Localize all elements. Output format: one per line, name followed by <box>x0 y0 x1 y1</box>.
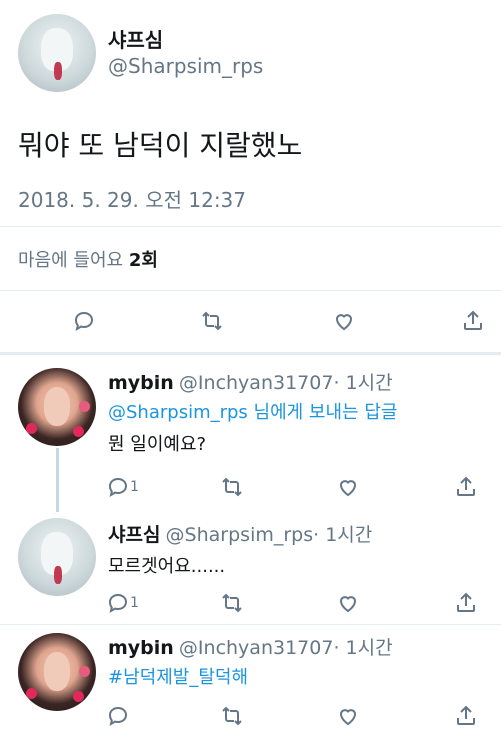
avatar-face <box>43 386 71 426</box>
like-icon <box>335 314 353 331</box>
reply-button[interactable] <box>105 474 131 500</box>
reply-time: · 1시간 <box>333 372 393 394</box>
reply-context-text: 님에게 보내는 답글 <box>247 402 398 423</box>
like-button[interactable] <box>335 590 361 616</box>
reply-icon <box>74 311 94 332</box>
reply-button[interactable] <box>105 703 131 729</box>
reply-icon <box>108 477 128 498</box>
heart-decoration <box>78 400 90 412</box>
like-button[interactable] <box>335 703 361 729</box>
main-tweet: 샤프심 @Sharpsim_rps 뭐야 또 남덕이 지랄했노 2018. 5.… <box>0 0 501 352</box>
tweet-text: 뭐야 또 남덕이 지랄했노 <box>18 129 303 162</box>
retweet-button[interactable] <box>219 474 245 500</box>
reply-time: · 1시간 <box>313 524 373 546</box>
retweet-button[interactable] <box>219 590 245 616</box>
reply-tweet[interactable]: mybin @Inchyan31707· 1시간 #남덕제발_탈덕해 <box>0 625 501 740</box>
reply-tweet[interactable]: mybin @Inchyan31707· 1시간 @Sharpsim_rps 님… <box>0 356 501 512</box>
section-divider <box>0 352 501 355</box>
share-icon <box>464 310 482 330</box>
avatar-lip <box>53 62 62 80</box>
share-icon <box>457 476 475 496</box>
reply-icon <box>108 706 128 727</box>
avatar-face <box>43 651 71 691</box>
reply-header: 샤프심 @Sharpsim_rps· 1시간 <box>108 520 372 547</box>
reply-text: 모르겟어요...... <box>108 556 226 577</box>
likes-label: 마음에 들어요 <box>18 250 124 271</box>
share-icon <box>457 705 475 725</box>
retweet-icon <box>222 477 242 497</box>
avatar[interactable] <box>18 633 96 711</box>
like-icon <box>339 480 357 497</box>
share-button[interactable] <box>453 590 479 616</box>
share-button[interactable] <box>453 703 479 729</box>
avatar-lip <box>53 566 62 584</box>
avatar[interactable] <box>18 368 96 446</box>
reply-button[interactable] <box>71 308 97 334</box>
like-button[interactable] <box>335 474 361 500</box>
heart-decoration <box>78 665 90 677</box>
heart-decoration <box>25 687 37 699</box>
handle[interactable]: @Sharpsim_rps <box>108 54 263 78</box>
likes-summary[interactable]: 마음에 들어요 2회 <box>18 246 158 272</box>
reply-icon <box>108 593 128 614</box>
retweet-button[interactable] <box>199 308 225 334</box>
display-name[interactable]: 샤프심 <box>108 24 163 53</box>
share-button[interactable] <box>453 474 479 500</box>
avatar[interactable] <box>18 518 96 596</box>
share-button[interactable] <box>460 308 486 334</box>
display-name[interactable]: mybin <box>108 372 174 394</box>
reply-time: · 1시간 <box>333 637 393 659</box>
handle[interactable]: @Inchyan31707 <box>179 372 334 394</box>
heart-decoration <box>72 690 84 702</box>
like-button[interactable] <box>331 308 357 334</box>
handle[interactable]: @Inchyan31707 <box>179 637 334 659</box>
divider <box>0 290 501 291</box>
retweet-icon <box>202 311 222 331</box>
heart-decoration <box>25 422 37 434</box>
reply-text: 뭔 일이예요? <box>108 434 207 455</box>
handle[interactable]: @Sharpsim_rps <box>166 524 314 546</box>
reply-context: @Sharpsim_rps 님에게 보내는 답글 <box>108 398 397 424</box>
divider <box>0 226 501 227</box>
display-name[interactable]: 샤프심 <box>108 524 160 546</box>
likes-count: 2회 <box>128 250 158 271</box>
reply-header: mybin @Inchyan31707· 1시간 <box>108 368 393 395</box>
avatar[interactable] <box>18 14 96 92</box>
like-icon <box>339 596 357 613</box>
retweet-icon <box>222 706 242 726</box>
retweet-button[interactable] <box>219 703 245 729</box>
reply-button[interactable] <box>105 590 131 616</box>
display-name[interactable]: mybin <box>108 637 174 659</box>
like-icon <box>339 709 357 726</box>
hashtag-link[interactable]: #남덕제발_탈덕해 <box>108 663 248 689</box>
reply-count: 1 <box>130 595 139 611</box>
timestamp[interactable]: 2018. 5. 29. 오전 12:37 <box>18 184 246 213</box>
share-icon <box>457 592 475 612</box>
reply-tweet[interactable]: 샤프심 @Sharpsim_rps· 1시간 모르겟어요...... 1 <box>0 512 501 624</box>
reply-header: mybin @Inchyan31707· 1시간 <box>108 633 393 660</box>
mention-link[interactable]: @Sharpsim_rps <box>108 402 248 423</box>
reply-count: 1 <box>130 479 139 495</box>
retweet-icon <box>222 593 242 613</box>
heart-decoration <box>72 425 84 437</box>
